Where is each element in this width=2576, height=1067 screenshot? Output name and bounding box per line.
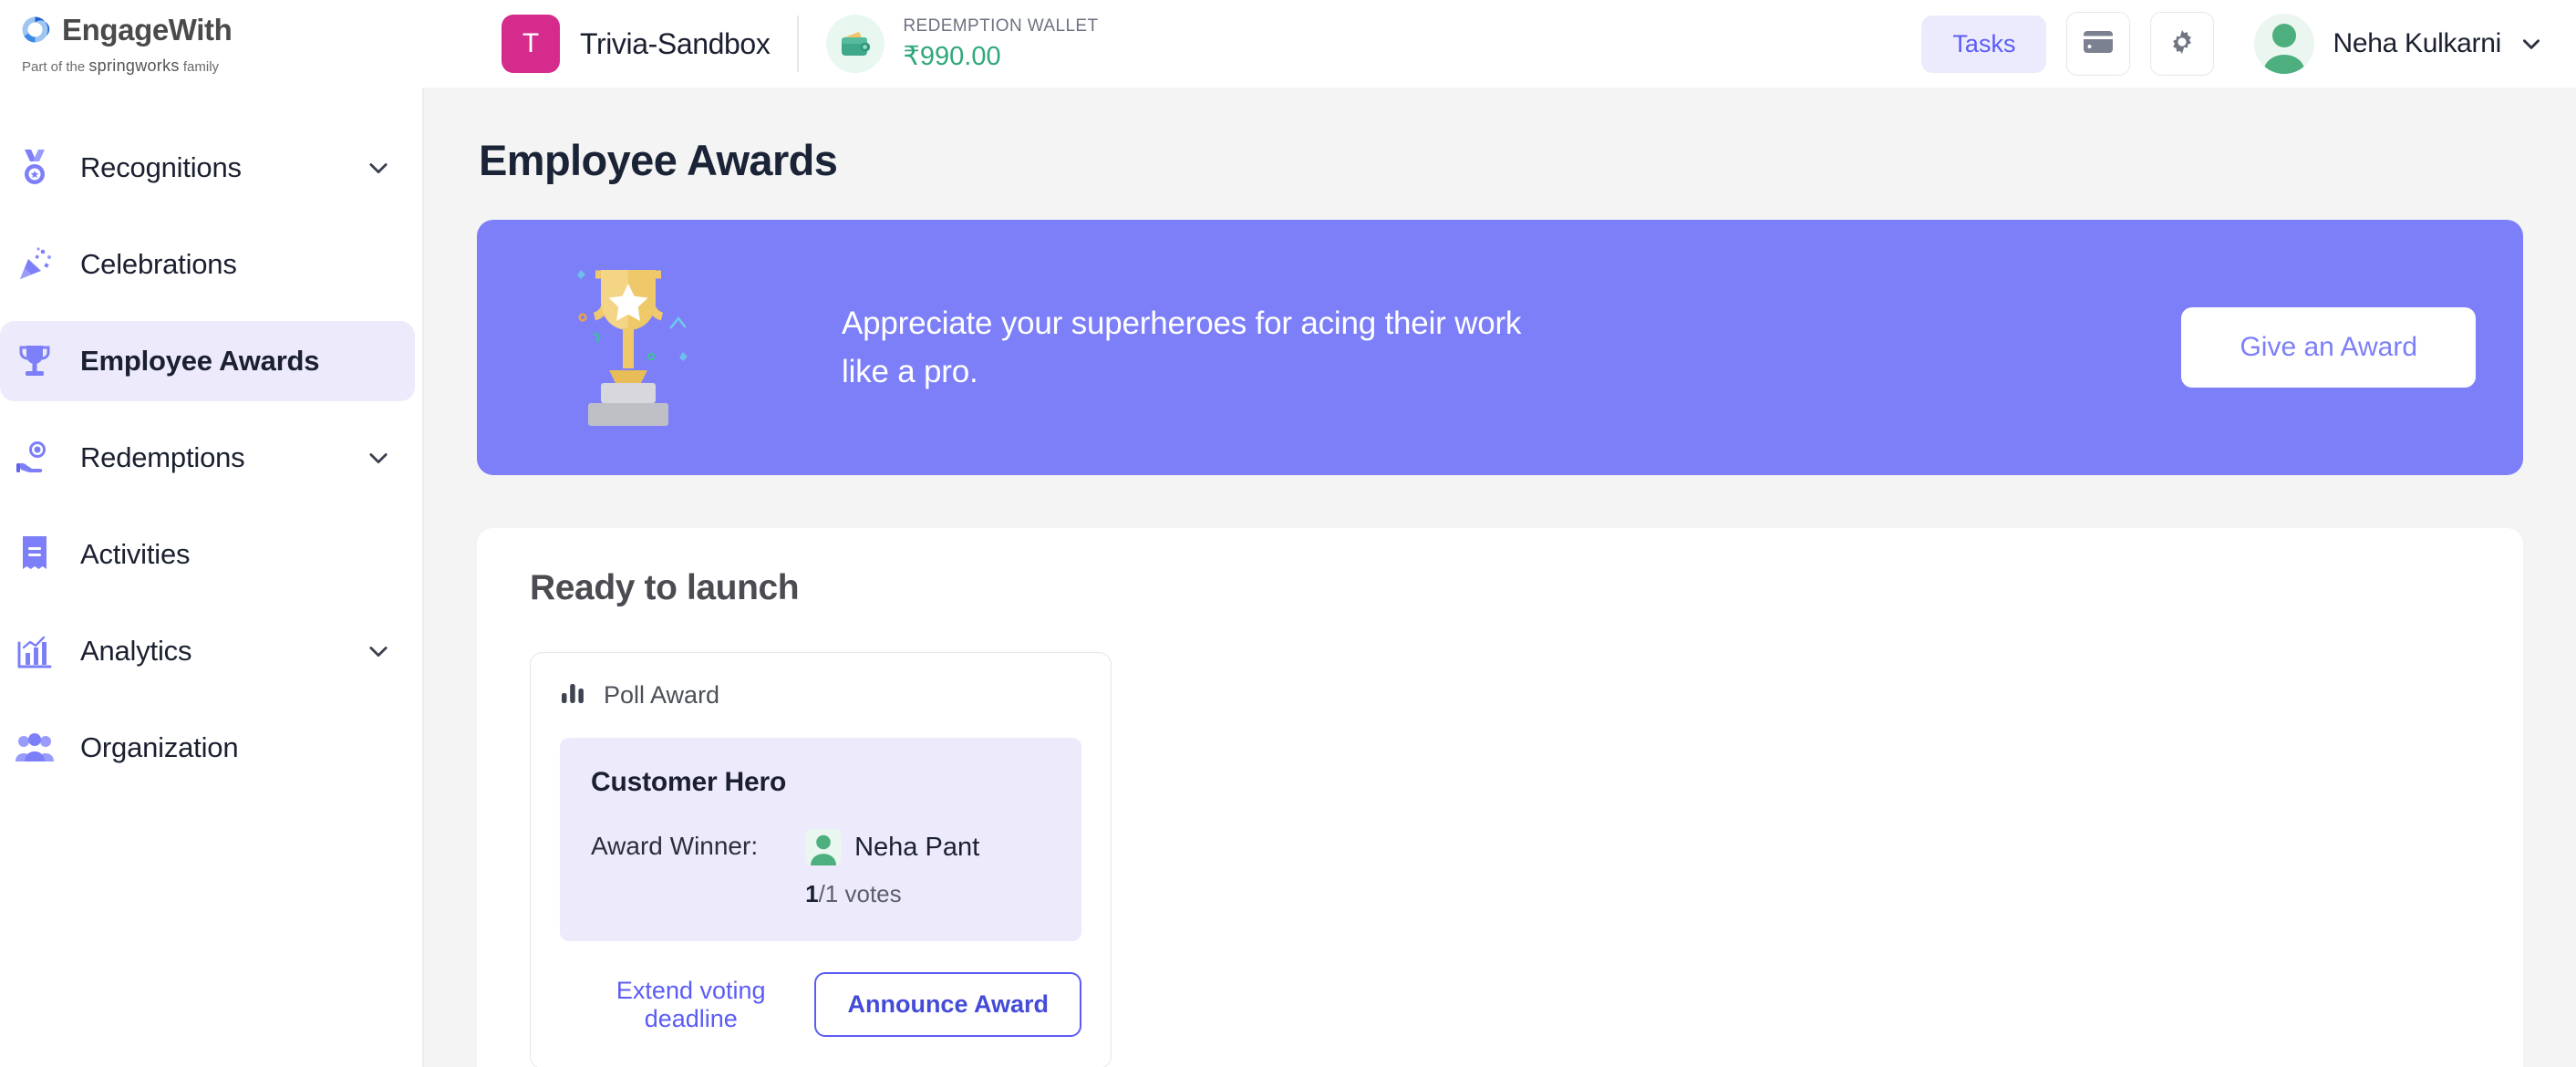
- winner-info: Neha Pant 1/1 votes: [805, 829, 979, 908]
- chevron-down-icon[interactable]: [366, 638, 391, 664]
- award-name: Customer Hero: [591, 767, 787, 797]
- sidebar-item-label: Organization: [80, 731, 239, 763]
- banner-headline: Appreciate your superheroes for acing th…: [842, 305, 1522, 389]
- section-title: Ready to launch: [530, 568, 800, 607]
- winner-name: Neha Pant: [854, 832, 980, 862]
- workspace-switcher[interactable]: T Trivia-Sandbox: [502, 15, 771, 73]
- award-actions: Extend voting deadline Announce Award: [560, 972, 1081, 1037]
- redemption-wallet[interactable]: REDEMPTION WALLET ₹990.00: [826, 15, 1098, 73]
- sidebar-item-employee-awards[interactable]: Employee Awards: [0, 314, 422, 409]
- votes-total: /1 votes: [818, 880, 902, 907]
- party-popper-icon: [13, 246, 57, 283]
- sidebar-item-activities[interactable]: Activities: [0, 507, 422, 602]
- give-an-award-button[interactable]: Give an Award: [2181, 307, 2476, 388]
- winner-person: Neha Pant: [805, 829, 979, 865]
- tagline-springworks: springworks: [88, 56, 180, 75]
- workspace-initial-badge: T: [502, 15, 560, 73]
- bar-chart-icon: [13, 633, 57, 669]
- sidebar-item-label: Activities: [80, 538, 191, 570]
- body: Recognitions Celebrations Employee Award…: [0, 88, 2576, 1067]
- winner-row: Award Winner: Neha Pant 1/1 votes: [591, 829, 1050, 908]
- votes-current: 1: [805, 880, 819, 907]
- sidebar-item-analytics[interactable]: Analytics: [0, 604, 422, 699]
- chevron-down-icon[interactable]: [366, 155, 391, 181]
- brand-name: EngageWith: [62, 12, 233, 47]
- main-content: Employee Awards Appreciate your superher…: [424, 88, 2576, 1067]
- trophy-illustration-icon: [561, 250, 771, 446]
- tasks-button[interactable]: Tasks: [1921, 15, 2047, 73]
- promo-banner: Appreciate your superheroes for acing th…: [477, 220, 2523, 475]
- sidebar-item-label: Analytics: [80, 635, 192, 667]
- medal-icon: [13, 148, 57, 188]
- award-type-label: Poll Award: [604, 681, 720, 709]
- wallet-amount: ₹990.00: [903, 41, 1001, 71]
- brand-row: EngageWith: [20, 13, 424, 47]
- bar-chart-icon: [560, 680, 585, 710]
- sidebar-item-label: Employee Awards: [80, 345, 320, 377]
- sidebar: Recognitions Celebrations Employee Award…: [0, 88, 424, 1067]
- engagewith-ring-logo-icon: [20, 15, 50, 45]
- brand-zone: EngageWith Part of the springworks famil…: [0, 13, 424, 76]
- credit-card-icon: [2083, 29, 2114, 59]
- wallet-text: REDEMPTION WALLET ₹990.00: [903, 16, 1098, 72]
- top-bar: EngageWith Part of the springworks famil…: [0, 0, 2576, 88]
- chevron-down-icon[interactable]: [366, 445, 391, 471]
- avatar: [2254, 14, 2315, 74]
- gear-icon: [2167, 27, 2197, 61]
- wallet-label: REDEMPTION WALLET: [903, 16, 1099, 36]
- sidebar-item-label: Celebrations: [80, 248, 237, 280]
- sidebar-item-redemptions[interactable]: Redemptions: [0, 410, 422, 505]
- vote-count: 1/1 votes: [805, 880, 979, 908]
- sidebar-item-label: Redemptions: [80, 441, 245, 473]
- app-root: EngageWith Part of the springworks famil…: [0, 0, 2576, 1067]
- receipt-icon: [13, 535, 57, 574]
- avatar: [805, 829, 843, 865]
- chevron-down-icon: [2519, 32, 2543, 56]
- tagline-suffix: family: [179, 58, 220, 75]
- user-name: Neha Kulkarni: [2333, 28, 2501, 58]
- sidebar-item-organization[interactable]: Organization: [0, 700, 422, 795]
- brand-tagline: Part of the springworks family: [22, 57, 424, 76]
- header-divider: [797, 16, 800, 72]
- announce-award-button[interactable]: Announce Award: [814, 972, 1081, 1037]
- winner-label: Award Winner:: [591, 832, 759, 860]
- award-card: Poll Award Customer Hero Award Winner: N…: [530, 652, 1112, 1067]
- award-card-header: Poll Award: [560, 680, 1081, 710]
- sidebar-item-recognitions[interactable]: Recognitions: [0, 120, 422, 215]
- tagline-prefix: Part of the: [22, 58, 89, 75]
- sidebar-item-celebrations[interactable]: Celebrations: [0, 217, 422, 312]
- award-details: Customer Hero Award Winner: Neha Pant 1/…: [560, 738, 1081, 941]
- credit-card-button[interactable]: [2066, 12, 2131, 76]
- header-actions: Tasks Neha Kulkarni: [1921, 12, 2576, 76]
- workspace-name: Trivia-Sandbox: [580, 26, 771, 60]
- settings-button[interactable]: [2150, 12, 2215, 76]
- page-title: Employee Awards: [479, 136, 838, 184]
- wallet-icon: [826, 15, 885, 73]
- ready-to-launch-panel: Ready to launch Poll Award Customer Hero…: [477, 528, 2523, 1067]
- trophy-icon: [13, 342, 57, 380]
- sidebar-item-label: Recognitions: [80, 151, 242, 183]
- user-menu[interactable]: Neha Kulkarni: [2254, 14, 2543, 74]
- hand-coin-icon: [13, 440, 57, 476]
- people-group-icon: [13, 732, 57, 763]
- extend-voting-deadline-button[interactable]: Extend voting deadline: [560, 977, 814, 1033]
